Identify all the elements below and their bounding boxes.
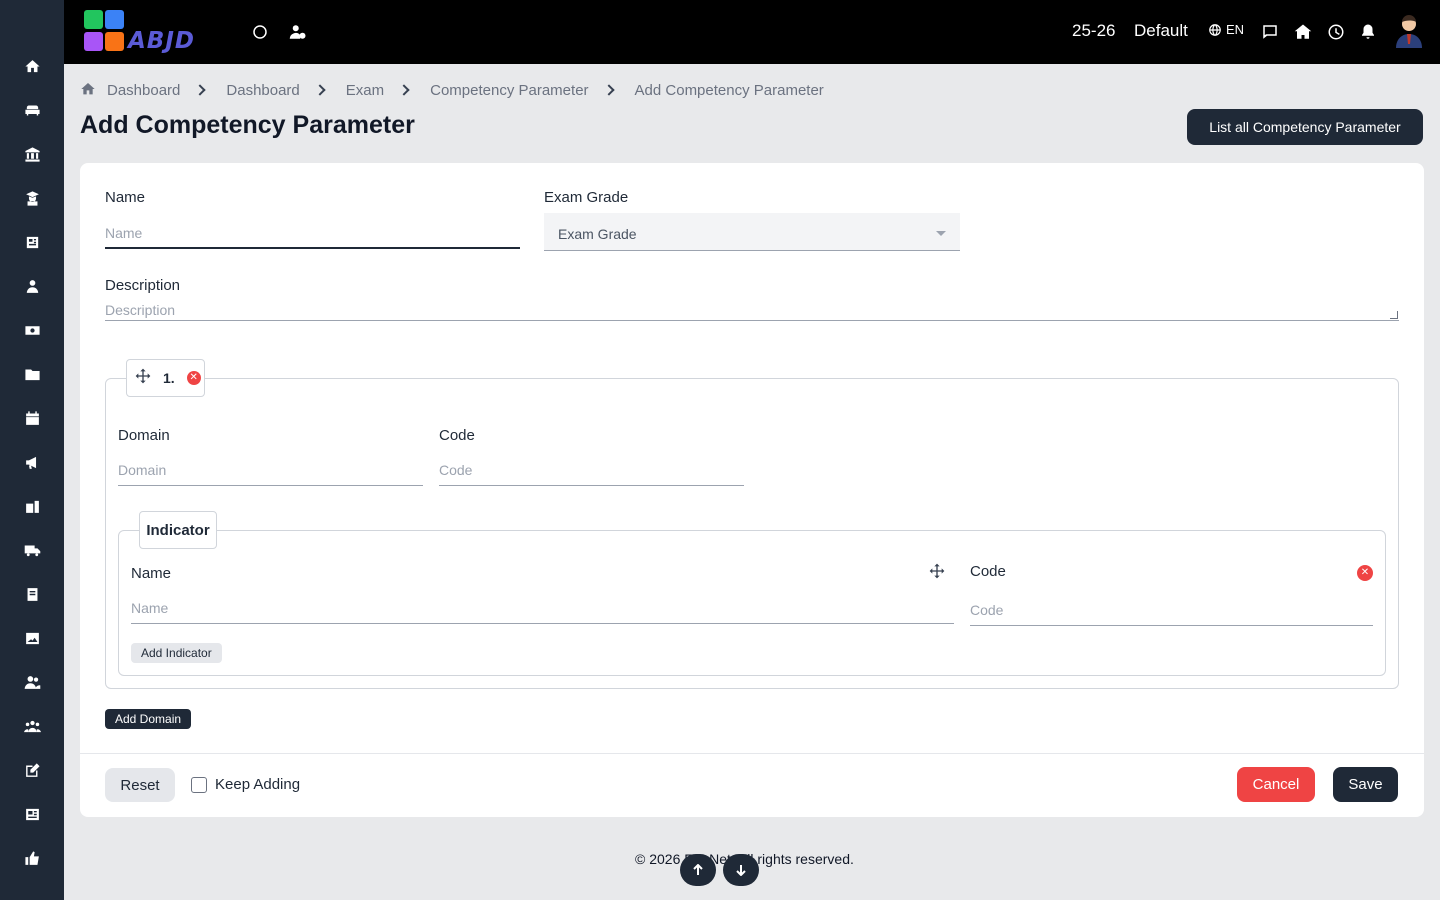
language-selector[interactable]: EN <box>1208 22 1244 37</box>
indicator-name-input[interactable] <box>131 593 954 624</box>
breadcrumb-item[interactable]: Dashboard <box>226 82 299 99</box>
list-all-button[interactable]: List all Competency Parameter <box>1187 109 1423 145</box>
move-icon[interactable] <box>135 368 151 389</box>
breadcrumb-current: Add Competency Parameter <box>634 81 824 99</box>
indicator-name-label: Name <box>131 565 172 582</box>
keep-adding-checkbox[interactable] <box>191 776 207 793</box>
domain-code-input[interactable] <box>439 455 744 486</box>
circle-icon[interactable] <box>248 20 272 44</box>
scroll-up-button[interactable] <box>680 854 716 886</box>
truck-icon[interactable] <box>16 534 48 566</box>
home-icon[interactable] <box>80 79 107 101</box>
keep-adding-toggle[interactable]: Keep Adding <box>191 776 300 793</box>
group-icon[interactable] <box>16 710 48 742</box>
name-input[interactable] <box>105 219 520 249</box>
description-field[interactable] <box>105 299 1399 321</box>
logo[interactable]: ABJD <box>80 8 228 56</box>
logo-text: ABJD <box>128 28 195 54</box>
megaphone-icon[interactable] <box>16 446 48 478</box>
domain-input[interactable] <box>118 455 423 486</box>
language-label: EN <box>1226 22 1245 37</box>
logo-block <box>105 32 124 51</box>
scroll-down-button[interactable] <box>723 854 759 886</box>
breadcrumb-item[interactable]: Competency Parameter <box>430 82 588 99</box>
money-icon[interactable] <box>16 314 48 346</box>
chevron-down-icon <box>936 231 946 236</box>
remove-indicator-icon[interactable]: ✕ <box>1357 565 1373 581</box>
divider <box>80 753 1424 754</box>
exam-grade-value: Exam Grade <box>558 226 637 242</box>
clock-icon[interactable] <box>1324 20 1348 44</box>
users-icon[interactable] <box>16 666 48 698</box>
add-indicator-button[interactable]: Add Indicator <box>131 643 222 663</box>
user-settings-icon[interactable] <box>286 20 310 44</box>
folder-icon[interactable] <box>16 358 48 390</box>
thumbs-up-icon[interactable] <box>16 842 48 874</box>
user-icon[interactable] <box>16 270 48 302</box>
session-label[interactable]: 25-26 <box>1072 21 1115 41</box>
arrow-down-icon <box>736 865 746 876</box>
reset-button[interactable]: Reset <box>105 768 175 802</box>
domain-number: 1. <box>163 370 175 386</box>
page-title: Add Competency Parameter <box>80 111 415 139</box>
logo-block <box>105 10 124 29</box>
chevron-right-icon <box>194 84 207 96</box>
bell-icon[interactable] <box>1356 20 1380 44</box>
home-icon[interactable] <box>16 50 48 82</box>
exam-grade-label: Exam Grade <box>544 189 629 206</box>
code-label: Code <box>439 427 475 444</box>
book-icon[interactable] <box>16 578 48 610</box>
news-icon[interactable] <box>16 798 48 830</box>
graduate-icon[interactable] <box>16 182 48 214</box>
name-label: Name <box>105 189 146 206</box>
arrow-up-icon <box>693 864 703 875</box>
globe-icon <box>1209 23 1221 36</box>
indicator-code-label: Code <box>970 563 1006 580</box>
add-domain-button[interactable]: Add Domain <box>105 709 192 729</box>
keep-adding-label: Keep Adding <box>215 776 301 793</box>
calendar-icon[interactable] <box>16 402 48 434</box>
chevron-right-icon <box>602 84 615 96</box>
chat-icon[interactable] <box>1258 20 1282 44</box>
image-icon[interactable] <box>16 622 48 654</box>
save-button[interactable]: Save <box>1333 767 1398 802</box>
logo-block <box>84 10 103 29</box>
indicator-code-input[interactable] <box>970 595 1373 626</box>
sidebar <box>0 0 64 900</box>
domain-header: 1. ✕ <box>126 359 205 397</box>
form-card: Name Exam Grade Exam Grade Description 1… <box>80 163 1424 817</box>
topbar: ABJD 25-26 Default EN <box>64 0 1440 64</box>
school-label[interactable]: Default <box>1134 21 1188 41</box>
chevron-right-icon <box>314 84 326 96</box>
domain-label: Domain <box>118 427 170 444</box>
newspaper-icon[interactable] <box>16 226 48 258</box>
move-icon[interactable] <box>929 563 945 584</box>
breadcrumb-item[interactable]: Exam <box>346 82 384 99</box>
sofa-icon[interactable] <box>16 94 48 126</box>
institution-icon[interactable] <box>16 138 48 170</box>
exam-grade-select[interactable]: Exam Grade <box>544 213 960 251</box>
chevron-right-icon <box>398 84 410 96</box>
remove-domain-icon[interactable]: ✕ <box>186 371 201 385</box>
resize-handle[interactable] <box>1390 311 1398 319</box>
breadcrumb: Dashboard Dashboard Exam Competency Para… <box>80 80 824 100</box>
cancel-button[interactable]: Cancel <box>1237 767 1315 802</box>
school-home-icon[interactable] <box>1291 20 1315 44</box>
breadcrumb-item[interactable]: Dashboard <box>107 82 180 99</box>
edit-icon[interactable] <box>16 754 48 786</box>
indicator-legend: Indicator <box>139 511 217 549</box>
logo-block <box>84 32 103 51</box>
description-input[interactable] <box>105 299 1399 321</box>
avatar[interactable] <box>1394 14 1424 48</box>
building-icon[interactable] <box>16 490 48 522</box>
description-label: Description <box>105 277 181 294</box>
